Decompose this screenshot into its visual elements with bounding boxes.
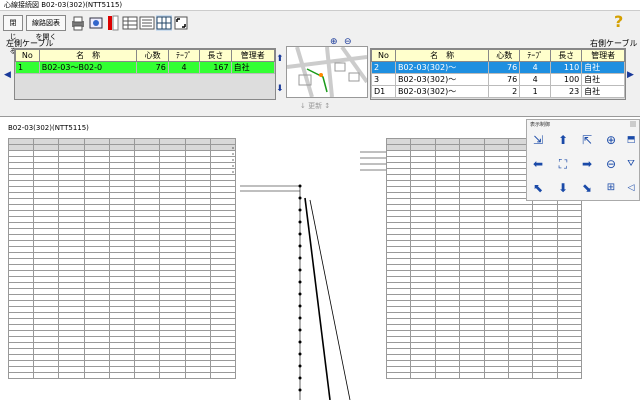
col-no: No: [371, 49, 396, 62]
col-manager: 管理者: [230, 49, 276, 62]
view-control-title: 表示制御: [530, 122, 551, 128]
table-row[interactable]: 3 B02-03(302)～ 76 4 100 自社: [371, 73, 625, 86]
grid-view-icon[interactable]: [156, 15, 172, 31]
left-down-arrow-icon[interactable]: ⬇: [276, 84, 284, 94]
core-cell: [556, 372, 583, 379]
left-cable-table: No 名 称 心数 ﾃｰﾌﾟ 長さ 管理者 1 B02-03～B02-0 76 …: [15, 49, 276, 74]
core-cell: [33, 372, 60, 379]
core-cell: [58, 372, 85, 379]
toolbar: 閉じる 線路図表を開く: [0, 12, 640, 55]
table-row[interactable]: D1 B02-03(302)～ 2 1 23 自社: [371, 85, 625, 98]
table-row[interactable]: 2 B02-03(302)～ 76 4 110 自社: [371, 61, 625, 74]
pan-down-icon[interactable]: ⬇: [555, 180, 571, 196]
corner-left-icon[interactable]: ⬉: [530, 180, 546, 196]
left-core-table: [7, 138, 237, 379]
close-button[interactable]: 閉じる: [3, 15, 23, 55]
pan-up-icon[interactable]: ⬆: [555, 132, 571, 148]
table-view-icon[interactable]: [122, 15, 138, 31]
col-name: 名 称: [394, 49, 490, 62]
help-button[interactable]: ?: [614, 14, 623, 30]
core-cell: [532, 372, 558, 379]
col-tape: ﾃｰﾌﾟ: [519, 49, 552, 62]
pin-icon[interactable]: ⬒: [623, 132, 639, 148]
fullscreen-icon[interactable]: [173, 15, 189, 31]
col-name: 名 称: [38, 49, 138, 62]
core-cell: [159, 372, 186, 379]
core-cell: [7, 372, 35, 379]
zoom-in-icon[interactable]: ⊕: [603, 132, 619, 148]
location-map[interactable]: [286, 46, 368, 98]
filter-icon[interactable]: ⛛: [623, 156, 639, 172]
right-scroll-arrow-icon[interactable]: ▶: [627, 70, 634, 80]
open-ledger-button[interactable]: 線路図表を開く: [26, 15, 66, 41]
list-view-icon[interactable]: [139, 15, 155, 31]
core-cell: [134, 372, 161, 379]
col-length: 長さ: [199, 49, 232, 62]
corner-right-icon[interactable]: ⬊: [579, 180, 595, 196]
connection-lines: [232, 147, 386, 400]
add-frame-icon[interactable]: ⊞: [603, 180, 619, 196]
col-cores: 心数: [488, 49, 521, 62]
core-cell: [410, 372, 436, 379]
left-up-arrow-icon[interactable]: ⬆: [276, 54, 284, 64]
core-cell: [434, 372, 461, 379]
col-length: 長さ: [550, 49, 583, 62]
left-scroll-arrow-icon[interactable]: ◀: [4, 70, 11, 80]
pan-left-icon[interactable]: ⬅: [530, 156, 546, 172]
print-icon[interactable]: [70, 15, 86, 31]
zoom-out-icon[interactable]: ⊖: [603, 156, 619, 172]
col-tape: ﾃｰﾌﾟ: [167, 49, 201, 62]
select-icon[interactable]: ⇲: [530, 132, 546, 148]
core-cell: [483, 372, 509, 379]
red-marker-icon[interactable]: [105, 15, 121, 31]
core-row: [7, 372, 237, 379]
col-cores: 心数: [136, 49, 169, 62]
core-row: [385, 372, 583, 379]
diagram-title: B02-03(302)(NTT5115): [8, 124, 89, 132]
right-cable-table: No 名 称 心数 ﾃｰﾌﾟ 長さ 管理者 2 B02-03(302)～ 76 …: [371, 49, 625, 98]
core-cell: [184, 372, 211, 379]
view-control-panel: 表示制御 ⇲ ⬆ ⇱ ⊕ ⬒ ⬅ ⛶ ➡ ⊖ ⛛ ⬉ ⬇ ⬊ ⊞ ◁: [526, 119, 640, 201]
fit-icon[interactable]: ⛶: [555, 156, 571, 172]
col-manager: 管理者: [581, 49, 625, 62]
flag-icon[interactable]: ◁: [623, 180, 639, 196]
select-area-icon[interactable]: ⇱: [579, 132, 595, 148]
core-cell: [459, 372, 485, 379]
core-cell: [507, 372, 534, 379]
core-cell: [108, 372, 136, 379]
core-cell: [83, 372, 110, 379]
export-icon[interactable]: [88, 15, 104, 31]
close-icon[interactable]: [630, 121, 636, 127]
core-cell: [385, 372, 412, 379]
pan-right-icon[interactable]: ➡: [579, 156, 595, 172]
col-no: No: [15, 49, 40, 62]
table-row[interactable]: 1 B02-03～B02-0 76 4 167 自社: [15, 61, 276, 74]
window-title: 心線接続図 B02-03(302)(NTT5115): [0, 0, 640, 11]
refresh-button[interactable]: ↓ 更新 ↕: [300, 101, 330, 111]
